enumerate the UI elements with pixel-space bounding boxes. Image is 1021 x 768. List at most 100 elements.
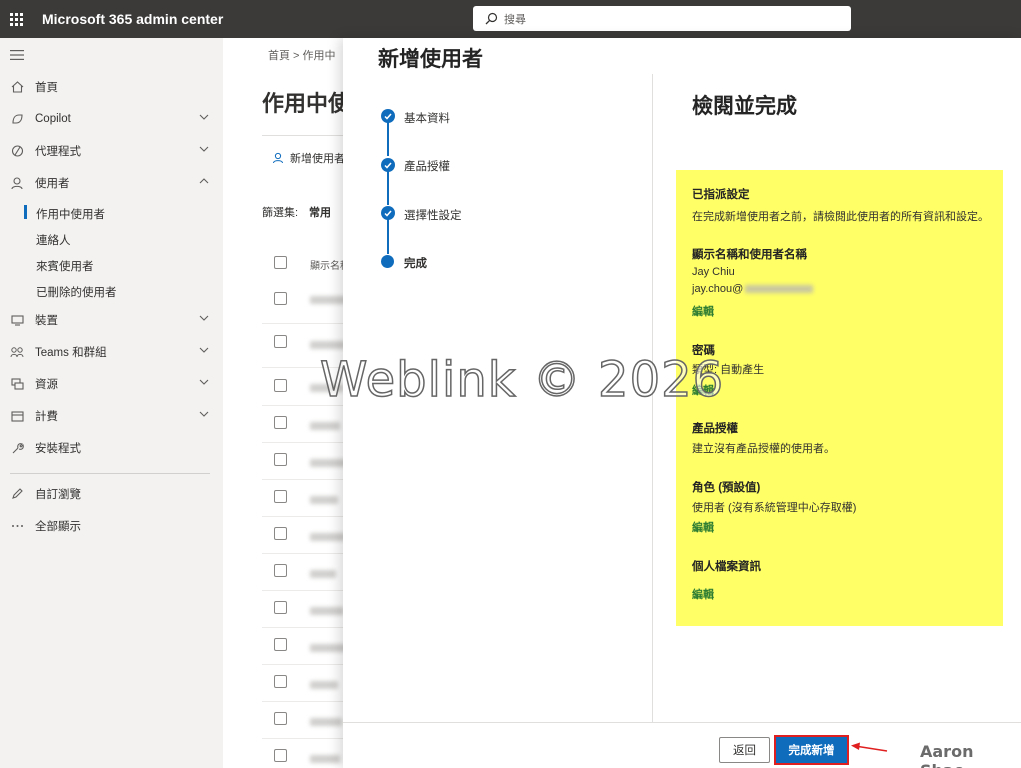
row-divider	[262, 442, 345, 443]
redacted-cell	[310, 644, 345, 652]
search-input[interactable]: 搜尋	[473, 6, 851, 31]
edit-role-link[interactable]: 編輯	[692, 519, 714, 535]
breadcrumb[interactable]: 首頁 > 作用中	[268, 47, 336, 63]
nav-billing[interactable]: 計費	[0, 403, 223, 429]
billing-icon	[9, 410, 25, 422]
row-checkbox[interactable]	[274, 675, 287, 688]
redacted-cell	[310, 570, 336, 578]
more-icon	[9, 524, 25, 528]
row-checkbox[interactable]	[274, 335, 287, 348]
row-checkbox[interactable]	[274, 601, 287, 614]
add-user-icon	[273, 152, 283, 164]
active-indicator	[24, 205, 27, 219]
row-checkbox[interactable]	[274, 638, 287, 651]
nav-resources[interactable]: 資源	[0, 371, 223, 397]
step-basics[interactable]: 基本資料	[404, 110, 450, 126]
hamburger-icon[interactable]	[10, 50, 24, 60]
chevron-up-icon	[199, 178, 209, 184]
divider	[262, 135, 345, 136]
step-current-icon	[381, 255, 394, 268]
redacted-cell	[310, 533, 345, 541]
watermark: Weblink © 2026	[319, 351, 725, 409]
step-optional-settings[interactable]: 選擇性設定	[404, 207, 462, 223]
wrench-icon	[9, 442, 25, 455]
resources-icon	[9, 378, 25, 390]
nav-label: 代理程式	[35, 146, 81, 158]
column-header-display-name[interactable]: 顯示名稱	[310, 257, 345, 272]
profile-heading: 個人檔案資訊	[692, 561, 761, 573]
app-title[interactable]: Microsoft 365 admin center	[42, 11, 223, 27]
name-heading: 顯示名稱和使用者名稱	[692, 249, 807, 261]
nav-home[interactable]: 首頁	[0, 74, 223, 100]
nav-agents[interactable]: 代理程式	[0, 138, 223, 164]
nav-copilot[interactable]: Copilot	[0, 106, 223, 132]
nav-setup[interactable]: 安裝程式	[0, 435, 223, 461]
nav-show-all[interactable]: 全部顯示	[0, 513, 223, 539]
left-nav: 首頁 Copilot 代理程式 使用者 作用中使用者 連絡人 來賓使用者 已刪除…	[0, 38, 223, 768]
add-user-button[interactable]: 新增使用者	[272, 150, 345, 166]
chevron-down-icon	[199, 315, 209, 321]
row-divider	[262, 701, 345, 702]
nav-label: Teams 和群組	[35, 347, 107, 359]
select-all-checkbox[interactable]	[274, 256, 287, 269]
finish-add-button[interactable]: 完成新增	[776, 737, 847, 763]
step-connector	[387, 169, 389, 205]
nav-customize[interactable]: 自訂瀏覽	[0, 481, 223, 507]
step-connector	[387, 218, 389, 254]
nav-devices[interactable]: 裝置	[0, 307, 223, 333]
step-connector	[387, 120, 389, 156]
role-desc: 使用者 (沒有系統管理中心存取權)	[692, 502, 857, 514]
nav-teams-groups[interactable]: Teams 和群組	[0, 339, 223, 365]
add-user-label: 新增使用者	[290, 153, 345, 165]
search-placeholder: 搜尋	[504, 13, 526, 26]
row-divider	[262, 627, 345, 628]
row-checkbox[interactable]	[274, 564, 287, 577]
nav-label: 計費	[35, 411, 58, 423]
teams-icon	[9, 346, 25, 358]
row-checkbox[interactable]	[274, 292, 287, 305]
chevron-down-icon	[199, 379, 209, 385]
nav-sub-active-users[interactable]: 作用中使用者	[36, 206, 105, 222]
row-checkbox[interactable]	[274, 379, 287, 392]
license-desc: 建立沒有產品授權的使用者。	[692, 443, 835, 455]
row-checkbox[interactable]	[274, 416, 287, 429]
panel-title: 新增使用者	[378, 48, 483, 71]
redacted-cell	[310, 459, 345, 467]
nav-sub-contacts[interactable]: 連絡人	[36, 232, 71, 248]
row-checkbox[interactable]	[274, 749, 287, 762]
row-divider	[262, 590, 345, 591]
edit-profile-link[interactable]: 編輯	[692, 586, 714, 602]
app-launcher-icon[interactable]	[0, 0, 32, 38]
nav-users[interactable]: 使用者	[0, 170, 223, 196]
search-icon	[485, 12, 498, 25]
home-icon	[9, 81, 25, 93]
redacted-cell	[310, 607, 344, 615]
nav-label: 資源	[35, 379, 58, 391]
nav-divider	[10, 473, 210, 474]
redacted-cell	[310, 296, 345, 304]
row-checkbox[interactable]	[274, 712, 287, 725]
nav-label: Copilot	[35, 113, 71, 125]
back-button[interactable]: 返回	[719, 737, 770, 763]
edit-name-link[interactable]: 編輯	[692, 303, 714, 319]
username-value: jay.chou@	[692, 283, 814, 295]
step-complete-icon	[381, 109, 395, 123]
row-divider	[262, 553, 345, 554]
row-checkbox[interactable]	[274, 527, 287, 540]
row-checkbox[interactable]	[274, 490, 287, 503]
chevron-down-icon	[199, 114, 209, 120]
nav-sub-guest-users[interactable]: 來賓使用者	[36, 258, 94, 274]
redacted-cell	[310, 341, 345, 349]
row-divider	[262, 738, 345, 739]
row-divider	[262, 664, 345, 665]
filter-dropdown[interactable]: 常用	[309, 204, 331, 220]
step-finish[interactable]: 完成	[404, 255, 427, 271]
arrow-annotation-icon	[851, 742, 888, 752]
nav-sub-deleted-users[interactable]: 已刪除的使用者	[36, 284, 117, 300]
chevron-down-icon	[199, 347, 209, 353]
copilot-icon	[9, 113, 25, 125]
redacted-cell	[310, 422, 340, 430]
row-checkbox[interactable]	[274, 453, 287, 466]
step-licenses[interactable]: 產品授權	[404, 158, 450, 174]
nav-label: 自訂瀏覽	[35, 489, 81, 501]
